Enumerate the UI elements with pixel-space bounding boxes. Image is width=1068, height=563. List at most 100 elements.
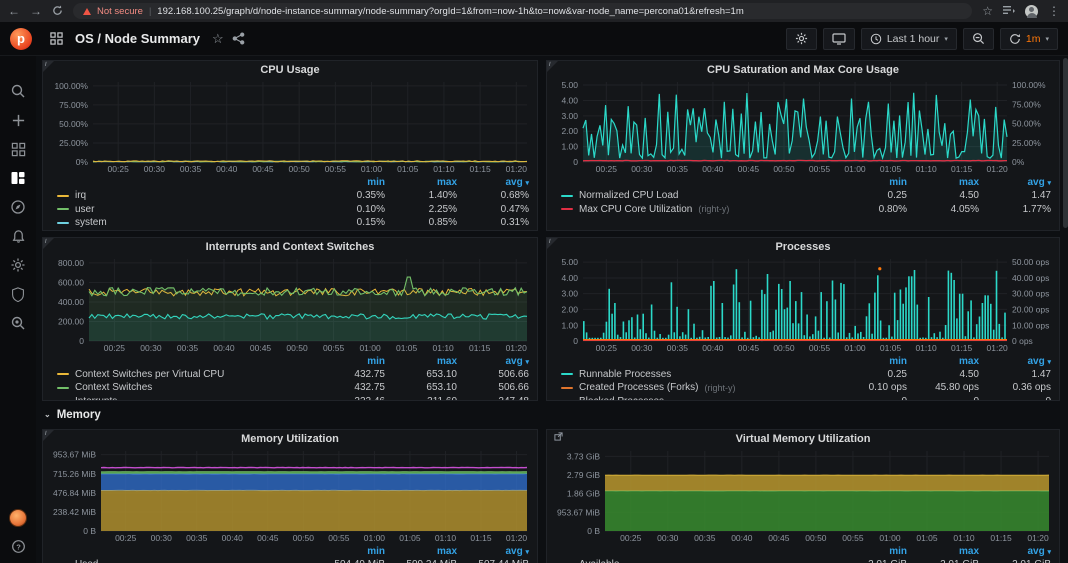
legend: min max avg ▾ Runnable Processes 0.25 4.50 1.…: [547, 354, 1059, 400]
panel-title[interactable]: Virtual Memory Utilization: [547, 430, 1059, 446]
legend-row: Interrupts222.46311.60247.48: [57, 395, 529, 400]
svg-text:00:45: 00:45: [252, 164, 274, 174]
panel-title[interactable]: CPU Usage: [43, 61, 537, 77]
alerting-bell-icon[interactable]: [9, 227, 27, 245]
svg-text:01:00: 01:00: [844, 343, 866, 353]
legend-avg-header[interactable]: avg ▾: [457, 177, 529, 188]
svg-text:00:35: 00:35: [177, 343, 199, 353]
svg-text:00:45: 00:45: [738, 343, 760, 353]
panels-active-icon[interactable]: [9, 169, 27, 187]
panel-memory-utilization: i Memory Utilization 00:25 00:30 00:35 00:4…: [42, 428, 538, 563]
svg-text:01:20: 01:20: [1027, 533, 1049, 543]
svg-text:00:25: 00:25: [596, 164, 618, 174]
memory-chart[interactable]: 00:25 00:30 00:35 00:40 00:45 00:50 00:55 01:00…: [43, 446, 537, 544]
reading-list-icon[interactable]: [1003, 5, 1015, 17]
warning-icon: [83, 7, 91, 15]
svg-text:0: 0: [79, 336, 84, 346]
favorite-star-icon[interactable]: ☆: [212, 31, 224, 47]
svg-text:01:05: 01:05: [916, 533, 938, 543]
svg-text:00:40: 00:40: [731, 533, 753, 543]
svg-text:00:30: 00:30: [631, 164, 653, 174]
svg-text:20.00 ops: 20.00 ops: [1012, 304, 1049, 314]
dashboards-grid-icon[interactable]: [9, 140, 27, 158]
svg-text:953.67 MiB: 953.67 MiB: [557, 507, 600, 517]
explore-compass-icon[interactable]: [9, 198, 27, 216]
not-secure-label[interactable]: Not secure: [97, 6, 143, 17]
reload-icon: [53, 5, 62, 15]
svg-text:00:40: 00:40: [702, 343, 724, 353]
svg-text:01:10: 01:10: [915, 343, 937, 353]
svg-text:01:20: 01:20: [987, 343, 1009, 353]
bookmark-star-icon[interactable]: ☆: [982, 5, 993, 17]
svg-text:01:10: 01:10: [433, 343, 455, 353]
cpu-usage-chart[interactable]: 00:25 00:30 00:35 00:40 00:45 00:50 00:55 01:00…: [43, 77, 537, 175]
memory-section-toggle[interactable]: ⌄ Memory: [44, 407, 1060, 423]
panel-title[interactable]: CPU Saturation and Max Core Usage: [547, 61, 1059, 77]
browser-reload-button[interactable]: [52, 5, 63, 18]
svg-text:50.00%: 50.00%: [1012, 119, 1041, 129]
scrollbar-thumb[interactable]: [1063, 58, 1068, 228]
legend-row: Normalized CPU Load 0.25 4.50 1.47: [561, 189, 1051, 203]
svg-text:50.00%: 50.00%: [59, 119, 88, 129]
page-title[interactable]: OS / Node Summary: [75, 31, 200, 46]
url-text[interactable]: 192.168.100.25/graph/d/node-instance-sum…: [157, 6, 743, 17]
legend-min-header[interactable]: min: [313, 177, 385, 188]
search-icon[interactable]: [9, 82, 27, 100]
svg-text:5.00: 5.00: [561, 257, 578, 267]
refresh-icon: [1010, 33, 1020, 44]
help-icon[interactable]: ?: [9, 537, 27, 555]
panel-title[interactable]: Memory Utilization: [43, 430, 537, 446]
processes-chart[interactable]: 00:25 00:30 00:35 00:40 00:45 00:50 00:55 01:00…: [547, 254, 1059, 354]
svg-text:715.26 MiB: 715.26 MiB: [53, 468, 96, 478]
svg-text:00:50: 00:50: [286, 343, 308, 353]
query-analytics-icon[interactable]: [9, 314, 27, 332]
browser-profile-avatar[interactable]: [1025, 4, 1038, 18]
virtual-memory-chart[interactable]: 00:25 00:30 00:35 00:40 00:45 00:50 00:55 01:00…: [547, 446, 1059, 544]
interrupts-chart[interactable]: 00:25 00:30 00:35 00:40 00:45 00:50 00:55 01:00…: [43, 254, 537, 354]
external-link-icon[interactable]: [554, 431, 563, 441]
cycle-view-button[interactable]: [822, 27, 855, 50]
admin-shield-icon[interactable]: [9, 285, 27, 303]
pmm-logo[interactable]: p: [10, 27, 32, 50]
address-bar[interactable]: Not secure | 192.168.100.25/graph/d/node…: [73, 3, 973, 19]
cpu-saturation-chart[interactable]: 00:25 00:30 00:35 00:40 00:45 00:50 00:55 01:00…: [547, 77, 1059, 175]
svg-text:00:25: 00:25: [104, 343, 126, 353]
browser-forward-button[interactable]: →: [30, 5, 42, 17]
panel-title[interactable]: Interrupts and Context Switches: [43, 238, 537, 254]
refresh-button[interactable]: 1m ▾: [999, 27, 1058, 50]
svg-text:00:30: 00:30: [657, 533, 679, 543]
svg-text:0%: 0%: [76, 157, 89, 167]
browser-back-button[interactable]: ←: [8, 5, 20, 17]
svg-text:0 B: 0 B: [587, 526, 600, 536]
apps-grid-icon[interactable]: [50, 32, 63, 45]
create-plus-icon[interactable]: [9, 111, 27, 129]
dashboard-settings-button[interactable]: [785, 27, 817, 50]
panel-title[interactable]: Processes: [547, 238, 1059, 254]
share-icon[interactable]: [232, 32, 245, 45]
svg-text:01:10: 01:10: [435, 533, 457, 543]
legend: minmaxavg ▾ Used504.49 MiB509.24 MiB507.…: [43, 544, 537, 563]
configuration-gear-icon[interactable]: [9, 256, 27, 274]
svg-text:01:10: 01:10: [915, 164, 937, 174]
zoom-out-button[interactable]: [962, 27, 994, 50]
svg-text:0 ops: 0 ops: [1012, 336, 1033, 346]
browser-menu-icon[interactable]: ⋮: [1048, 5, 1060, 17]
svg-text:200.00: 200.00: [58, 316, 84, 326]
scrollbar[interactable]: [1063, 56, 1068, 563]
svg-text:00:25: 00:25: [115, 533, 137, 543]
svg-text:01:20: 01:20: [506, 343, 528, 353]
svg-text:00:30: 00:30: [151, 533, 173, 543]
svg-text:00:50: 00:50: [773, 164, 795, 174]
legend-row: Created Processes (Forks) (right-y) 0.10 o…: [561, 381, 1051, 395]
user-avatar[interactable]: [9, 509, 27, 527]
legend-max-header[interactable]: max: [385, 177, 457, 188]
svg-text:0: 0: [573, 157, 578, 167]
svg-text:4.00: 4.00: [561, 95, 578, 105]
left-sidebar: ?: [0, 56, 36, 563]
legend: min max avg ▾ Normalized CPU Load 0.25 4.50 1…: [547, 175, 1059, 230]
svg-text:01:15: 01:15: [469, 164, 491, 174]
time-range-picker[interactable]: Last 1 hour ▾: [860, 27, 957, 50]
memory-section-label: Memory: [56, 408, 101, 421]
refresh-interval-label: 1m: [1025, 32, 1041, 45]
legend-row: system 0.15% 0.85% 0.31%: [57, 216, 529, 230]
